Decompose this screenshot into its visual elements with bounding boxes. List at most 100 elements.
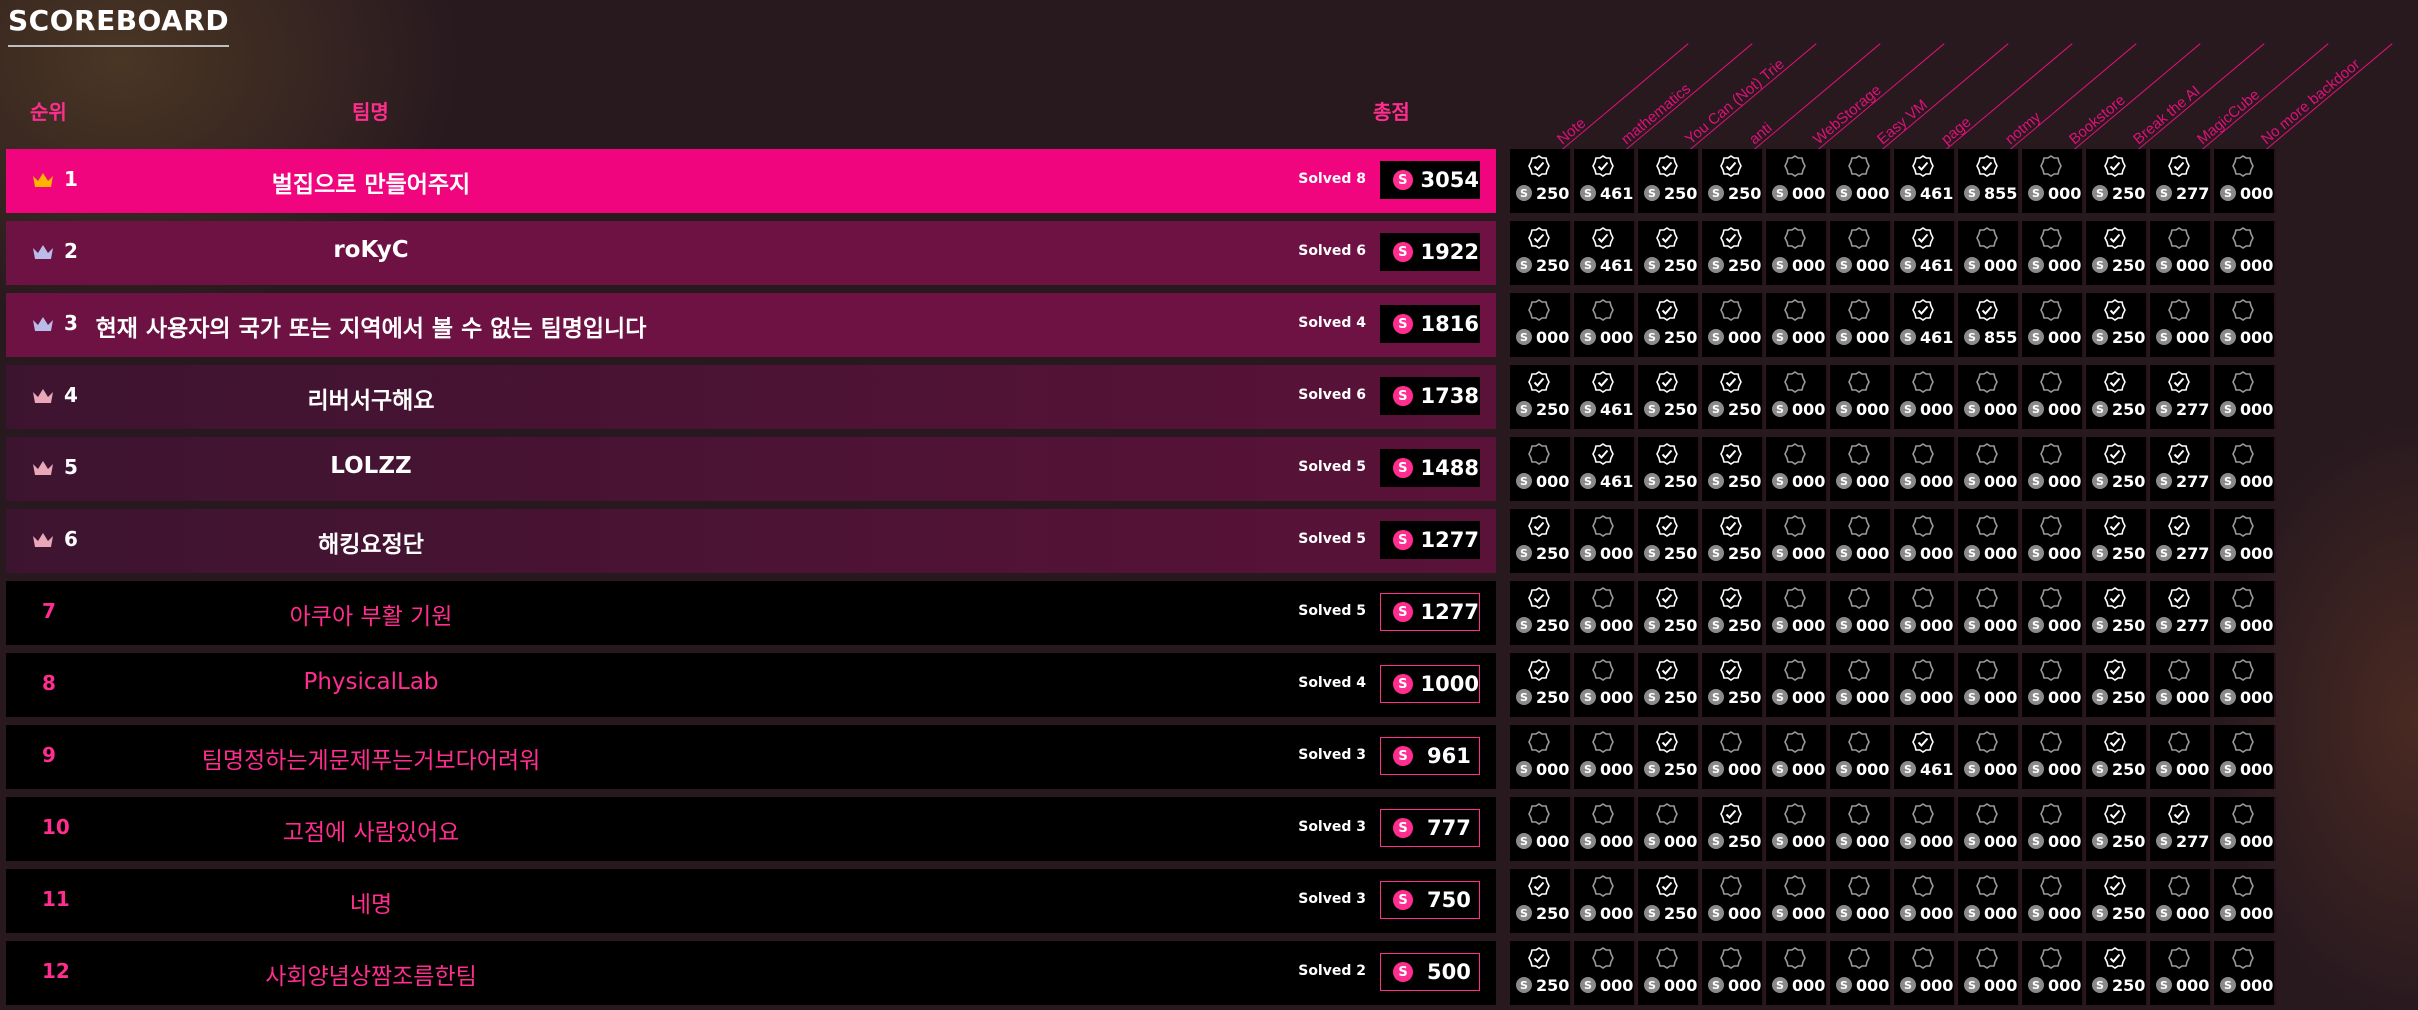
challenge-cell[interactable]: S 250 xyxy=(2086,797,2148,861)
challenge-cell[interactable]: S 250 xyxy=(1510,941,1572,1005)
challenge-cell[interactable]: S 000 xyxy=(1702,941,1764,1005)
challenge-cell[interactable]: S 000 xyxy=(2214,293,2276,357)
challenge-cell[interactable]: S 000 xyxy=(1766,653,1828,717)
team-row[interactable]: 3 현재 사용자의 국가 또는 지역에서 볼 수 없는 팀명입니다 Solved 4… xyxy=(6,293,2276,357)
challenge-cell[interactable]: S 000 xyxy=(2022,869,2084,933)
challenge-cell[interactable]: S 000 xyxy=(2150,941,2212,1005)
challenge-cell[interactable]: S 000 xyxy=(1830,365,1892,429)
challenge-cell[interactable]: S 000 xyxy=(1510,725,1572,789)
challenge-cell[interactable]: S 277 xyxy=(2150,509,2212,573)
challenge-cell[interactable]: S 250 xyxy=(1702,581,1764,645)
challenge-cell[interactable]: S 000 xyxy=(2214,149,2276,213)
challenge-cell[interactable]: S 000 xyxy=(1894,365,1956,429)
challenge-cell[interactable]: S 000 xyxy=(2214,509,2276,573)
team-name[interactable]: 사회양념상짬조름한팀 xyxy=(6,957,736,991)
challenge-cell[interactable]: S 000 xyxy=(1766,869,1828,933)
challenge-cell[interactable]: S 250 xyxy=(1510,869,1572,933)
challenge-cell[interactable]: S 000 xyxy=(1958,653,2020,717)
challenge-cell[interactable]: S 461 xyxy=(1574,365,1636,429)
challenge-cell[interactable]: S 000 xyxy=(1958,725,2020,789)
challenge-cell[interactable]: S 000 xyxy=(1894,581,1956,645)
challenge-cell[interactable]: S 000 xyxy=(2022,293,2084,357)
challenge-cell[interactable]: S 000 xyxy=(1766,221,1828,285)
challenge-cell[interactable]: S 000 xyxy=(1830,869,1892,933)
challenge-cell[interactable]: S 000 xyxy=(1574,653,1636,717)
team-name[interactable]: 아쿠아 부활 기원 xyxy=(6,597,736,631)
challenge-cell[interactable]: S 461 xyxy=(1894,293,1956,357)
team-row[interactable]: 12 사회양념상짬조름한팀 Solved 2 S 500 S 250 S 000 S 000 S 000… xyxy=(6,941,2276,1005)
challenge-cell[interactable]: S 277 xyxy=(2150,581,2212,645)
challenge-cell[interactable]: S 000 xyxy=(1766,365,1828,429)
challenge-cell[interactable]: S 000 xyxy=(2214,869,2276,933)
challenge-cell[interactable]: S 000 xyxy=(2150,293,2212,357)
challenge-cell[interactable]: S 250 xyxy=(2086,437,2148,501)
challenge-cell[interactable]: S 000 xyxy=(2022,581,2084,645)
challenge-cell[interactable]: S 000 xyxy=(1766,293,1828,357)
challenge-cell[interactable]: S 000 xyxy=(1766,149,1828,213)
challenge-cell[interactable]: S 000 xyxy=(2022,797,2084,861)
challenge-cell[interactable]: S 461 xyxy=(1574,437,1636,501)
challenge-cell[interactable]: S 000 xyxy=(1574,581,1636,645)
challenge-cell[interactable]: S 461 xyxy=(1894,221,1956,285)
challenge-cell[interactable]: S 461 xyxy=(1574,149,1636,213)
challenge-cell[interactable]: S 250 xyxy=(1638,365,1700,429)
challenge-cell[interactable]: S 000 xyxy=(2214,941,2276,1005)
challenge-cell[interactable]: S 250 xyxy=(1510,509,1572,573)
challenge-cell[interactable]: S 250 xyxy=(1638,149,1700,213)
challenge-cell[interactable]: S 461 xyxy=(1894,725,1956,789)
challenge-cell[interactable]: S 000 xyxy=(2022,149,2084,213)
challenge-cell[interactable]: S 000 xyxy=(1830,293,1892,357)
challenge-cell[interactable]: S 000 xyxy=(1830,149,1892,213)
challenge-cell[interactable]: S 000 xyxy=(1894,509,1956,573)
challenge-cell[interactable]: S 000 xyxy=(1958,509,2020,573)
team-row[interactable]: 11 네명 Solved 3 S 750 S 250 S 000 S 250 S 000 S 000 S 000… xyxy=(6,869,2276,933)
challenge-cell[interactable]: S 000 xyxy=(1574,941,1636,1005)
challenge-cell[interactable]: S 000 xyxy=(1894,653,1956,717)
challenge-cell[interactable]: S 000 xyxy=(2214,581,2276,645)
challenge-cell[interactable]: S 250 xyxy=(2086,149,2148,213)
team-name[interactable]: 고점에 사람있어요 xyxy=(6,813,736,847)
challenge-cell[interactable]: S 000 xyxy=(1638,797,1700,861)
challenge-cell[interactable]: S 000 xyxy=(1830,725,1892,789)
challenge-cell[interactable]: S 000 xyxy=(2214,365,2276,429)
challenge-cell[interactable]: S 250 xyxy=(2086,941,2148,1005)
team-row[interactable]: 4 리버서구해요 Solved 6 S 1738 S 250 S 461 S 250 S 250 S 000… xyxy=(6,365,2276,429)
challenge-cell[interactable]: S 250 xyxy=(1702,653,1764,717)
challenge-cell[interactable]: S 277 xyxy=(2150,365,2212,429)
challenge-cell[interactable]: S 250 xyxy=(1510,581,1572,645)
challenge-cell[interactable]: S 250 xyxy=(1702,437,1764,501)
team-row[interactable]: 1 벌집으로 만들어주지 Solved 8 S 3054 S 250 S 461 S 250 S 250… xyxy=(6,149,2276,213)
challenge-cell[interactable]: S 000 xyxy=(1958,797,2020,861)
challenge-cell[interactable]: S 250 xyxy=(2086,653,2148,717)
challenge-cell[interactable]: S 000 xyxy=(2022,653,2084,717)
challenge-cell[interactable]: S 000 xyxy=(1638,941,1700,1005)
challenge-cell[interactable]: S 000 xyxy=(2022,365,2084,429)
challenge-cell[interactable]: S 000 xyxy=(2022,221,2084,285)
challenge-cell[interactable]: S 250 xyxy=(1638,725,1700,789)
challenge-cell[interactable]: S 000 xyxy=(1830,509,1892,573)
challenge-cell[interactable]: S 000 xyxy=(2150,221,2212,285)
challenge-cell[interactable]: S 000 xyxy=(2022,509,2084,573)
challenge-cell[interactable]: S 000 xyxy=(1894,941,1956,1005)
challenge-cell[interactable]: S 250 xyxy=(1638,581,1700,645)
challenge-cell[interactable]: S 000 xyxy=(1958,437,2020,501)
team-row[interactable]: 6 해킹요정단 Solved 5 S 1277 S 250 S 000 S 250 S 250 S 000 S… xyxy=(6,509,2276,573)
challenge-cell[interactable]: S 000 xyxy=(1958,221,2020,285)
challenge-cell[interactable]: S 000 xyxy=(2214,797,2276,861)
challenge-cell[interactable]: S 000 xyxy=(1958,365,2020,429)
challenge-cell[interactable]: S 000 xyxy=(1958,581,2020,645)
team-row[interactable]: 8 PhysicalLab Solved 4 S 1000 S 250 S 000 S 250 S 25… xyxy=(6,653,2276,717)
challenge-cell[interactable]: S 250 xyxy=(1510,221,1572,285)
challenge-cell[interactable]: S 000 xyxy=(1894,437,1956,501)
challenge-cell[interactable]: S 250 xyxy=(1638,869,1700,933)
challenge-cell[interactable]: S 000 xyxy=(2150,725,2212,789)
team-name[interactable]: 벌집으로 만들어주지 xyxy=(6,165,736,199)
challenge-cell[interactable]: S 000 xyxy=(1574,509,1636,573)
challenge-cell[interactable]: S 250 xyxy=(1638,221,1700,285)
challenge-cell[interactable]: S 277 xyxy=(2150,437,2212,501)
challenge-cell[interactable]: S 855 xyxy=(1958,149,2020,213)
challenge-cell[interactable]: S 277 xyxy=(2150,797,2212,861)
challenge-cell[interactable]: S 250 xyxy=(1702,797,1764,861)
challenge-cell[interactable]: S 250 xyxy=(1510,365,1572,429)
challenge-cell[interactable]: S 250 xyxy=(2086,293,2148,357)
